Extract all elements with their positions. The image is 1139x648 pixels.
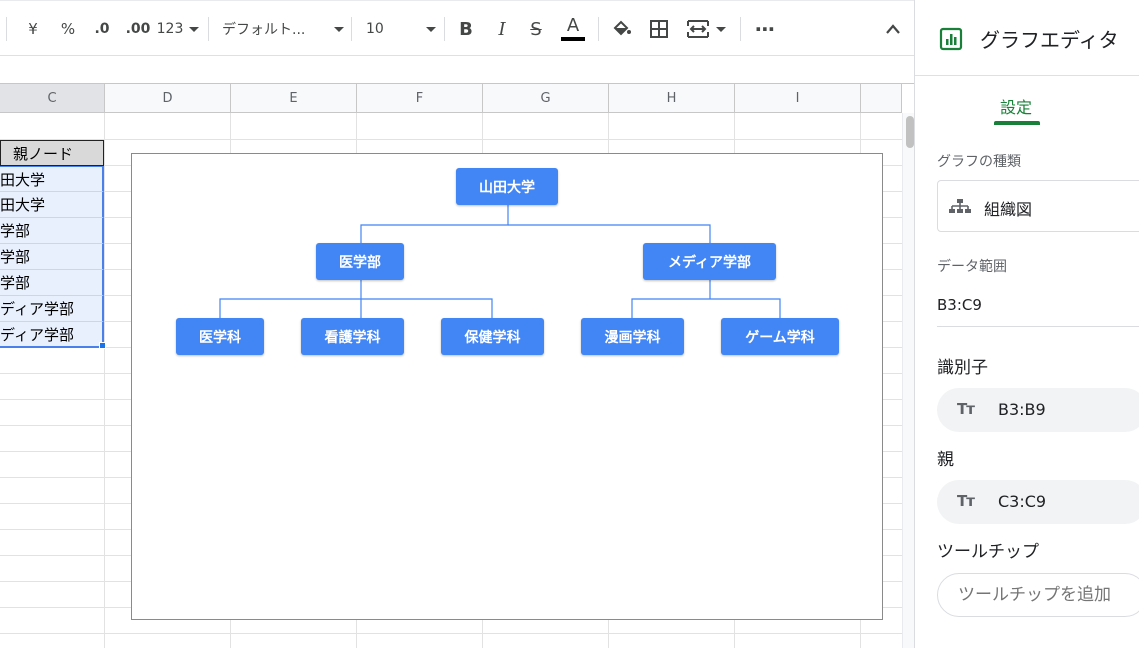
- org-node-health[interactable]: 保健学科: [441, 318, 544, 355]
- chevron-down-icon: [716, 26, 726, 32]
- org-node-medical-faculty[interactable]: 医学部: [316, 243, 404, 280]
- data-range-value[interactable]: B3:C9: [937, 296, 982, 314]
- cell-c5[interactable]: 学部: [0, 218, 104, 244]
- parent-label: 親: [937, 450, 954, 470]
- decrease-decimal-label: .0: [94, 21, 110, 37]
- identifier-label: 識別子: [937, 358, 988, 378]
- chart-editor-panel: グラフエディタ 設定 グラフの種類 組織図 データ範囲 B3:C9 識別子 Tт…: [914, 0, 1139, 648]
- increase-decimal-label: .00: [125, 21, 151, 37]
- panel-title: グラフエディタ: [980, 28, 1119, 52]
- panel-divider: [937, 326, 1139, 327]
- borders-icon: [650, 20, 668, 38]
- vertical-scrollbar[interactable]: [902, 113, 914, 648]
- column-header-f[interactable]: F: [357, 84, 483, 113]
- column-header-h[interactable]: H: [609, 84, 735, 113]
- font-size-select[interactable]: 10: [366, 13, 436, 45]
- chevron-up-icon: [886, 24, 900, 34]
- fill-handle[interactable]: [99, 342, 106, 349]
- link-root-medical: [360, 205, 509, 243]
- cell-c7[interactable]: 学部: [0, 270, 104, 296]
- font-family-select[interactable]: デフォルト...: [222, 13, 344, 45]
- toolbar: ¥ % .0 .00 123 デフォルト... 10 B I S A ⋯: [0, 0, 914, 56]
- toolbar-divider: [351, 17, 352, 41]
- more-formats-button[interactable]: 123: [156, 13, 200, 45]
- text-type-icon: Tт: [957, 492, 975, 510]
- toolbar-divider: [444, 17, 445, 41]
- chart-icon: [939, 27, 963, 51]
- chevron-down-icon: [189, 26, 200, 32]
- grid-line: [0, 139, 902, 140]
- parent-value: C3:C9: [998, 492, 1047, 511]
- currency-format-button[interactable]: ¥: [20, 13, 46, 45]
- identifier-value: B3:B9: [998, 400, 1046, 419]
- org-node-manga[interactable]: 漫画学科: [581, 318, 684, 355]
- panel-header: グラフエディタ: [915, 0, 1139, 76]
- paint-bucket-icon: [613, 20, 631, 36]
- link-medical-children: [219, 280, 493, 318]
- cell-c6[interactable]: 学部: [0, 244, 104, 270]
- org-chart[interactable]: 山田大学 医学部 メディア学部 医学科 看護学科 保健学科 漫画学科 ゲーム学科: [131, 153, 883, 620]
- parent-field[interactable]: Tт C3:C9: [937, 480, 1139, 524]
- column-header-e[interactable]: E: [231, 84, 357, 113]
- toolbar-divider: [598, 17, 599, 41]
- org-chart-icon: [949, 199, 971, 213]
- grid-line: [0, 633, 902, 634]
- text-color-button[interactable]: A: [560, 13, 586, 45]
- more-options-button[interactable]: ⋯: [752, 13, 778, 45]
- font-size-value: 10: [366, 21, 384, 37]
- column-header-c[interactable]: C: [0, 84, 105, 113]
- chart-type-label: グラフの種類: [937, 154, 1021, 170]
- org-node-medicine[interactable]: 医学科: [176, 318, 264, 355]
- collapse-toolbar-button[interactable]: [880, 13, 906, 45]
- formula-bar[interactable]: [0, 56, 914, 84]
- org-node-game[interactable]: ゲーム学科: [721, 318, 839, 355]
- bold-button[interactable]: B: [454, 13, 478, 45]
- tab-active-indicator: [994, 121, 1040, 125]
- toolbar-divider: [208, 17, 209, 41]
- tab-setup[interactable]: 設定: [1000, 94, 1032, 118]
- link-root-media: [508, 224, 711, 243]
- cell-c4[interactable]: 田大学: [0, 192, 104, 218]
- merge-cells-icon: [687, 20, 709, 38]
- cell-c9[interactable]: ディア学部: [0, 322, 104, 348]
- cell-c8[interactable]: ディア学部: [0, 296, 104, 322]
- org-chart-links: [219, 205, 781, 318]
- tooltip-label: ツールチップ: [937, 542, 1039, 562]
- grid-line: [104, 113, 105, 648]
- add-tooltip-input[interactable]: [937, 573, 1139, 617]
- link-media-children: [631, 280, 781, 318]
- identifier-field[interactable]: Tт B3:B9: [937, 388, 1139, 432]
- chart-type-select[interactable]: 組織図: [937, 180, 1139, 232]
- strikethrough-button[interactable]: S: [524, 13, 548, 45]
- merge-cells-button[interactable]: [684, 13, 728, 45]
- column-header-g[interactable]: G: [483, 84, 609, 113]
- percent-format-button[interactable]: %: [54, 13, 82, 45]
- cell-c2[interactable]: 親ノード: [0, 140, 104, 166]
- italic-button[interactable]: I: [490, 13, 514, 45]
- org-node-nursing[interactable]: 看護学科: [301, 318, 404, 355]
- toolbar-divider: [740, 17, 741, 41]
- font-family-value: デフォルト...: [222, 22, 306, 38]
- decrease-decimal-button[interactable]: .0: [88, 13, 116, 45]
- chevron-down-icon: [426, 26, 436, 32]
- column-header-i[interactable]: I: [735, 84, 861, 113]
- chart-type-value: 組織図: [984, 200, 1033, 219]
- toolbar-divider: [6, 17, 7, 41]
- data-range-label: データ範囲: [937, 259, 1007, 275]
- column-header-d[interactable]: D: [105, 84, 231, 113]
- org-node-root[interactable]: 山田大学: [456, 168, 558, 205]
- chevron-down-icon: [334, 26, 344, 32]
- cell-c3[interactable]: 田大学: [0, 166, 104, 192]
- increase-decimal-button[interactable]: .00: [122, 13, 154, 45]
- borders-button[interactable]: [646, 13, 672, 45]
- fill-color-button[interactable]: [608, 13, 634, 45]
- scrollbar-thumb[interactable]: [906, 116, 914, 148]
- column-header-j[interactable]: [861, 84, 902, 113]
- text-color-swatch: [561, 37, 585, 41]
- more-formats-label: 123: [156, 21, 184, 37]
- org-node-media-faculty[interactable]: メディア学部: [643, 243, 776, 280]
- text-type-icon: Tт: [957, 400, 975, 418]
- text-color-icon: A: [566, 15, 580, 36]
